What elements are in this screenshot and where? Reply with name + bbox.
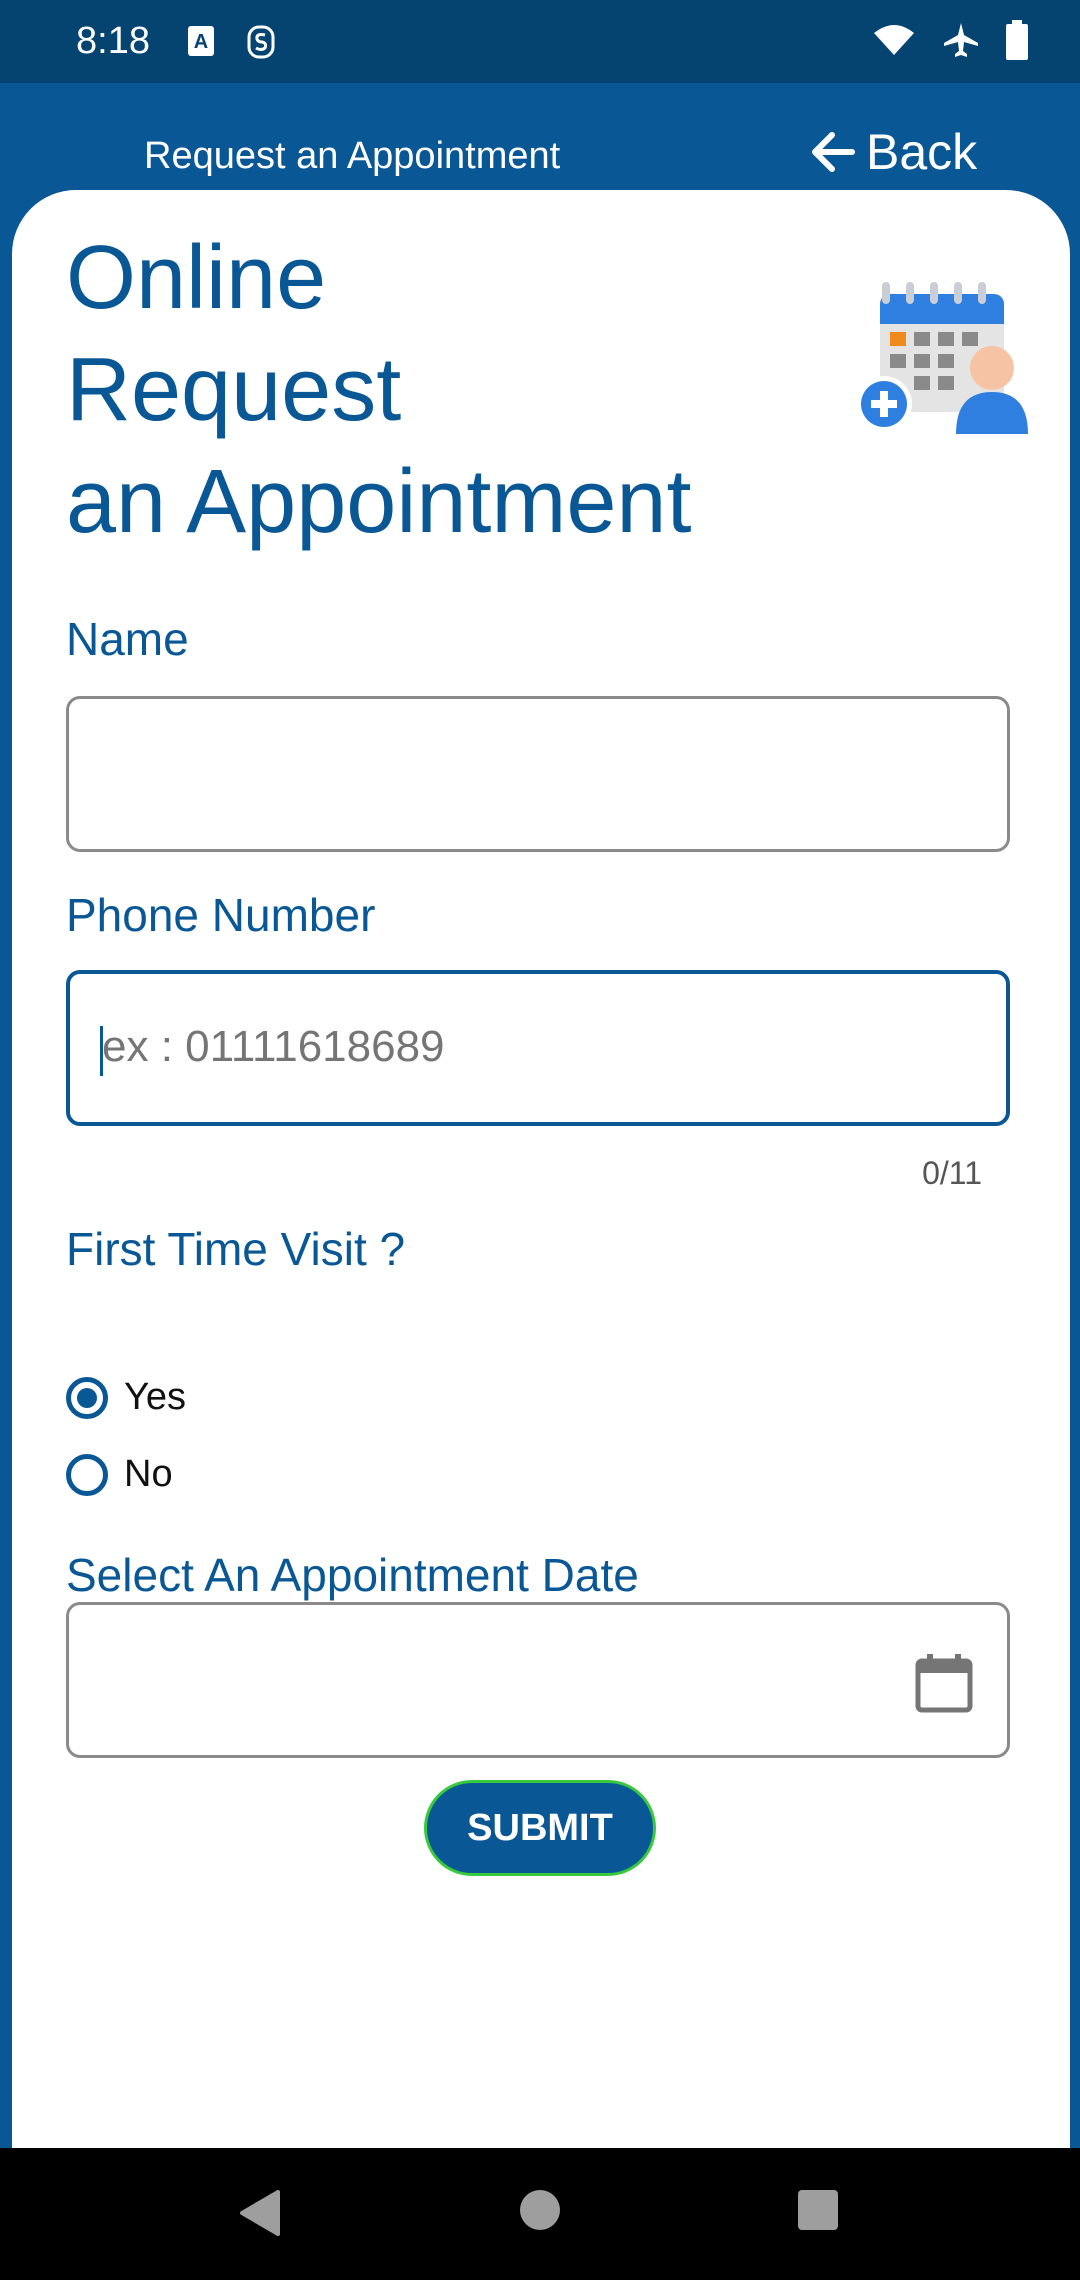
title-line-3: an Appointment [66,452,692,552]
submit-button[interactable]: SUBMIT [424,1780,656,1876]
svg-text:A: A [194,31,208,53]
title-line-2: Request [66,340,402,440]
calendar-person-add-icon [856,282,1028,434]
status-bar: 8:18 A [0,0,1080,83]
phone-char-counter: 0/11 [922,1155,982,1191]
app-bar: Request an Appointment Back [0,83,1080,193]
title-line-1: Online [66,228,327,328]
date-label: Select An Appointment Date [66,1549,639,1601]
system-nav-bar [0,2148,1080,2280]
battery-icon [1006,20,1028,60]
home-circle-icon[interactable] [518,2188,562,2232]
radio-option-yes[interactable]: Yes [66,1376,186,1419]
phone-input[interactable]: ex : 01111618689 [66,970,1010,1126]
radio-no-indicator[interactable] [66,1453,108,1496]
radio-yes-indicator[interactable] [66,1376,108,1419]
phone-placeholder: ex : 01111618689 [102,1022,445,1071]
radio-option-no[interactable]: No [66,1453,173,1496]
date-input[interactable] [66,1602,1010,1758]
back-button[interactable]: Back [808,123,977,181]
radio-no-label: No [124,1453,173,1495]
notification-s-icon [247,25,275,59]
arrow-left-icon [812,132,855,172]
back-label: Back [866,124,978,180]
status-right-icons [872,20,1028,60]
phone-label: Phone Number [66,889,376,941]
back-triangle-icon[interactable] [236,2188,282,2238]
name-label: Name [66,613,189,665]
calendar-icon[interactable] [915,1653,973,1713]
airplane-icon [944,23,978,57]
page-title: Online Request an Appointment [66,222,826,558]
wifi-icon [874,25,914,55]
first-visit-label: First Time Visit ? [66,1223,406,1275]
app-bar-title: Request an Appointment [144,135,561,177]
text-a-icon: A [188,26,214,56]
radio-yes-label: Yes [124,1376,186,1418]
name-input[interactable] [66,696,1010,852]
status-left-icons: A [186,24,276,60]
status-time: 8:18 [76,20,150,62]
recents-square-icon[interactable] [796,2188,840,2232]
